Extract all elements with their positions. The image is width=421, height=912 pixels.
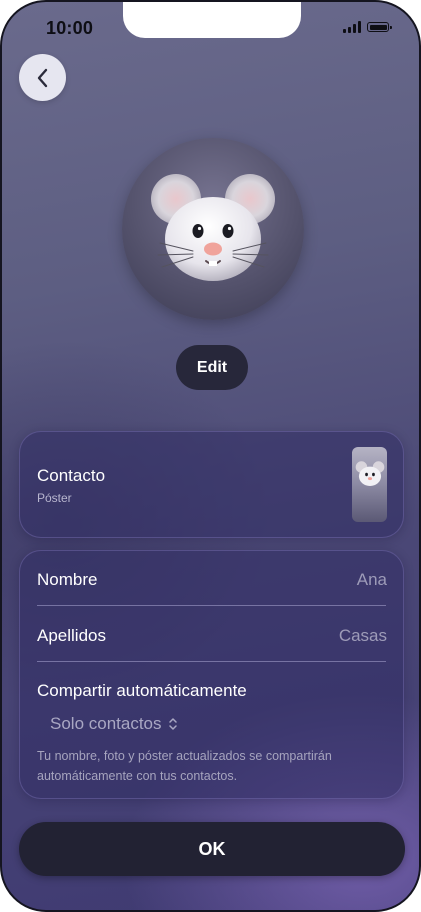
contact-poster-card[interactable]: Contacto Póster: [19, 431, 404, 538]
poster-thumbnail[interactable]: [352, 447, 387, 522]
share-audience-value: Solo contactos: [50, 714, 162, 733]
phone-screen: 10:00 Edit Contacto Póster Nombre Ana Ap…: [0, 0, 421, 912]
signal-icon: [343, 21, 361, 33]
last-name-label: Apellidos: [37, 626, 106, 645]
share-note: Tu nombre, foto y póster actualizados se…: [37, 749, 332, 783]
first-name-field[interactable]: Ana: [357, 570, 387, 590]
chevron-left-icon: [37, 68, 47, 87]
mouse-memoji-icon: [151, 174, 275, 281]
avatar: [122, 138, 304, 320]
contact-card-subtitle: Póster: [37, 491, 72, 505]
notch: [123, 2, 301, 38]
battery-icon: [367, 22, 392, 32]
divider: [37, 605, 386, 606]
mouse-memoji-icon: [355, 461, 384, 486]
edit-button[interactable]: Edit: [176, 345, 248, 390]
last-name-field[interactable]: Casas: [339, 626, 387, 646]
chevron-up-down-icon: [168, 718, 177, 730]
back-button[interactable]: [19, 54, 66, 101]
name-sharing-card: Nombre Ana Apellidos Casas Compartir aut…: [19, 550, 404, 799]
status-icons: [343, 21, 392, 33]
first-name-label: Nombre: [37, 570, 98, 589]
divider: [37, 661, 386, 662]
contact-card-title: Contacto: [37, 466, 106, 485]
share-automatically-label: Compartir automáticamente: [37, 681, 247, 700]
status-time: 10:00: [46, 18, 94, 38]
ok-button[interactable]: OK: [19, 822, 405, 876]
share-audience-select[interactable]: Solo contactos: [50, 714, 178, 734]
